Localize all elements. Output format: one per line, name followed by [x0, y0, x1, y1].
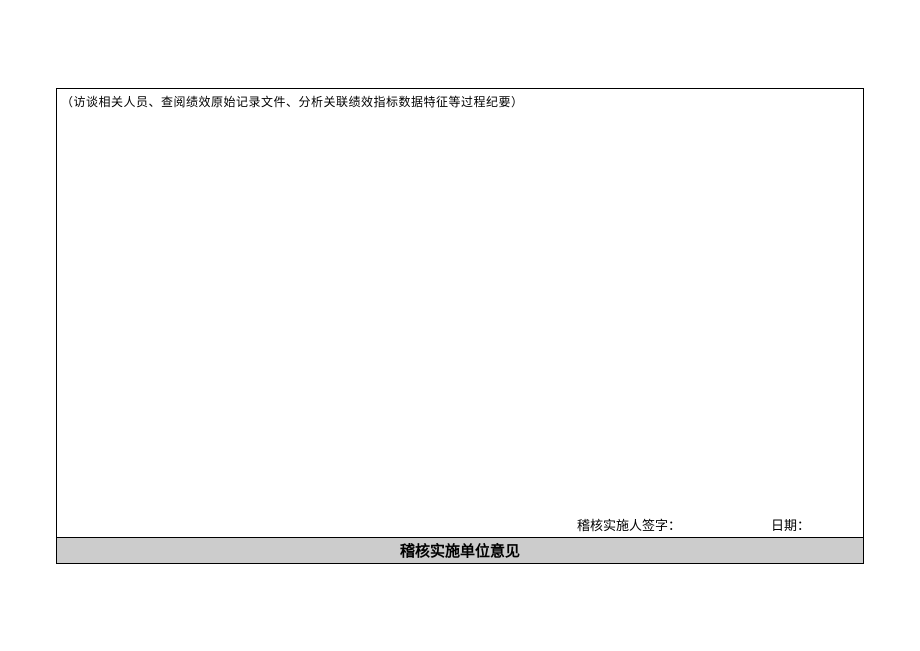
form-table: （访谈相关人员、查阅绩效原始记录文件、分析关联绩效指标数据特征等过程纪要） 稽核…: [56, 88, 864, 564]
auditor-signature-label: 稽核实施人签字：: [577, 515, 681, 534]
audit-unit-opinion-header: 稽核实施单位意见: [57, 538, 864, 564]
date-label: 日期：: [771, 515, 810, 534]
process-note-text: （访谈相关人员、查阅绩效原始记录文件、分析关联绩效指标数据特征等过程纪要）: [61, 93, 524, 110]
content-cell: （访谈相关人员、查阅绩效原始记录文件、分析关联绩效指标数据特征等过程纪要） 稽核…: [57, 89, 864, 538]
content-row: （访谈相关人员、查阅绩效原始记录文件、分析关联绩效指标数据特征等过程纪要） 稽核…: [57, 89, 864, 538]
section-header-row: 稽核实施单位意见: [57, 538, 864, 564]
page-container: （访谈相关人员、查阅绩效原始记录文件、分析关联绩效指标数据特征等过程纪要） 稽核…: [0, 0, 920, 651]
